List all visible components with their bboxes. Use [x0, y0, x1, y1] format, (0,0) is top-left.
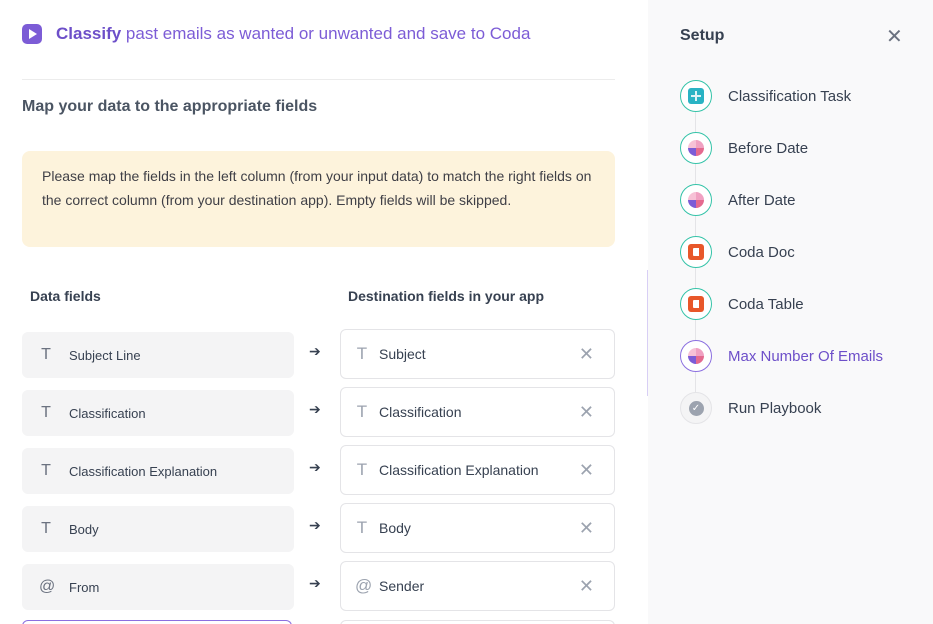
source-field-label: Body [69, 521, 99, 537]
step-run-playbook[interactable]: ✓ Run Playbook [680, 392, 821, 424]
playbook-header: Classify past emails as wanted or unwant… [22, 24, 530, 44]
source-field[interactable]: @ From [22, 564, 294, 610]
source-field[interactable]: T Classification [22, 390, 294, 436]
step-label: After Date [728, 191, 796, 209]
arrow-right-icon: ➔ [309, 401, 321, 417]
step-status-ring [680, 132, 712, 164]
text-type-icon: T [41, 346, 51, 363]
destination-field-label: Body [379, 520, 411, 536]
step-status-ring [680, 288, 712, 320]
email-type-icon: @ [39, 578, 56, 595]
step-status-ring: ✓ [680, 392, 712, 424]
mapping-notice: Please map the fields in the left column… [22, 151, 615, 247]
mapping-row: T Classification ➔ T Classification ✕ [22, 387, 615, 437]
app-window: Classify past emails as wanted or unwant… [0, 0, 933, 624]
text-type-icon: T [41, 404, 51, 421]
remove-mapping-icon[interactable]: ✕ [579, 518, 594, 539]
source-field[interactable]: T Body [22, 506, 294, 552]
destination-field-label: Classification Explanation [379, 462, 539, 478]
destination-field-label: Sender [379, 578, 425, 594]
step-label: Coda Doc [728, 243, 795, 261]
remove-mapping-icon[interactable]: ✕ [579, 344, 594, 365]
step-status-ring [680, 236, 712, 268]
text-type-icon: T [41, 520, 51, 537]
setup-sidebar: Setup ✕ Classification Task Before Date … [648, 0, 933, 624]
blob-icon [688, 140, 704, 156]
mapping-row: T Subject Line ➔ T Subject ✕ [22, 329, 615, 379]
source-field-label: Classification Explanation [69, 463, 218, 479]
remove-mapping-icon[interactable]: ✕ [579, 460, 594, 481]
destination-field-label: Subject [379, 346, 426, 362]
main-panel: Classify past emails as wanted or unwant… [0, 0, 648, 624]
next-destination-field[interactable] [340, 620, 615, 624]
step-after-date[interactable]: After Date [680, 184, 796, 216]
arrow-right-icon: ➔ [309, 575, 321, 591]
title-rest: past emails as wanted or unwanted and sa… [121, 24, 531, 43]
source-field-label: Subject Line [69, 347, 141, 363]
arrow-right-icon: ➔ [309, 517, 321, 533]
coda-icon [688, 296, 704, 312]
destination-fields-header: Destination fields in your app [348, 288, 545, 304]
next-source-field[interactable] [22, 620, 292, 624]
grid-icon [688, 88, 704, 104]
text-type-icon: T [356, 460, 368, 479]
mapping-row: T Classification Explanation ➔ T Classific… [22, 445, 615, 495]
mapping-row: @ From ➔ @ Sender ✕ [22, 561, 615, 611]
text-type-icon: T [356, 344, 368, 363]
step-before-date[interactable]: Before Date [680, 132, 808, 164]
source-field[interactable]: T Subject Line [22, 332, 294, 378]
email-type-icon: @ [355, 576, 373, 595]
destination-field[interactable]: T Subject ✕ [340, 329, 615, 379]
playbook-title: Classify past emails as wanted or unwant… [56, 24, 530, 44]
mapping-row: T Body ➔ T Body ✕ [22, 503, 615, 553]
header-divider [22, 79, 615, 80]
step-label: Before Date [728, 139, 809, 157]
step-status-ring [680, 80, 712, 112]
data-fields-header: Data fields [30, 288, 101, 304]
remove-mapping-icon[interactable]: ✕ [579, 576, 594, 597]
title-verb: Classify [56, 24, 122, 43]
step-label: Coda Table [728, 295, 804, 313]
step-label: Max Number Of Emails [728, 347, 884, 365]
check-icon: ✓ [688, 400, 704, 416]
text-type-icon: T [41, 462, 51, 479]
destination-field[interactable]: T Classification Explanation ✕ [340, 445, 615, 495]
source-field-label: Classification [69, 405, 146, 421]
text-type-icon: T [356, 518, 368, 537]
step-label: Classification Task [728, 87, 852, 105]
source-field-label: From [69, 579, 100, 595]
step-coda-table[interactable]: Coda Table [680, 288, 804, 320]
play-icon [22, 24, 42, 44]
step-label: Run Playbook [728, 399, 822, 417]
destination-field[interactable]: T Body ✕ [340, 503, 615, 553]
remove-mapping-icon[interactable]: ✕ [579, 402, 594, 423]
step-max-number-of-emails[interactable]: Max Number Of Emails [680, 340, 883, 372]
close-icon[interactable]: ✕ [886, 24, 903, 49]
step-classification-task[interactable]: Classification Task [680, 80, 851, 112]
section-subtitle: Map your data to the appropriate fields [22, 98, 318, 115]
coda-icon [688, 244, 704, 260]
blob-icon [688, 348, 704, 364]
destination-field[interactable]: @ Sender ✕ [340, 561, 615, 611]
step-coda-doc[interactable]: Coda Doc [680, 236, 795, 268]
source-field[interactable]: T Classification Explanation [22, 448, 294, 494]
arrow-right-icon: ➔ [309, 459, 321, 475]
blob-icon [688, 192, 704, 208]
step-status-ring [680, 340, 712, 372]
text-type-icon: T [356, 402, 368, 421]
destination-field-label: Classification [379, 404, 462, 420]
destination-field[interactable]: T Classification ✕ [340, 387, 615, 437]
arrow-right-icon: ➔ [309, 343, 321, 359]
step-status-ring [680, 184, 712, 216]
sidebar-title: Setup [680, 27, 725, 44]
